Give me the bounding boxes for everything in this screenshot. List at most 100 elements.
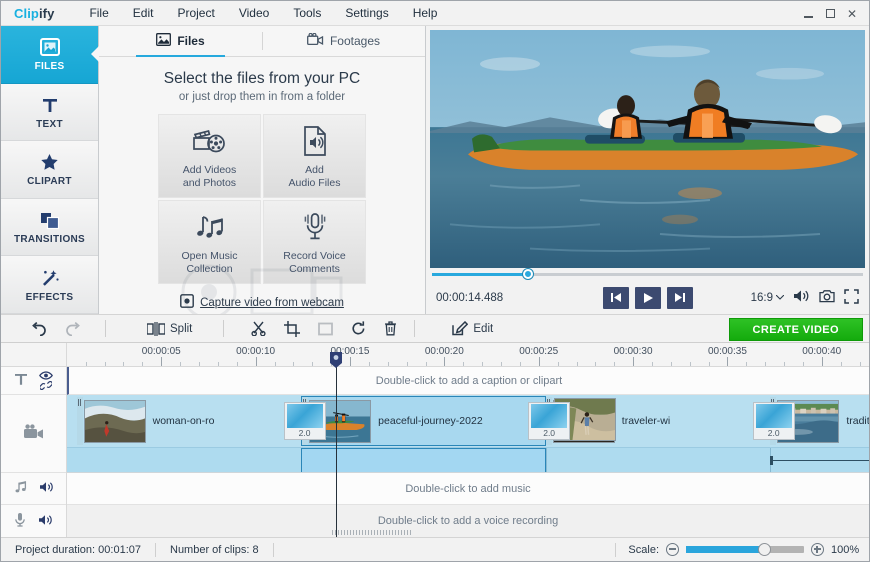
delete-button[interactable] <box>375 316 406 341</box>
status-divider <box>615 542 617 557</box>
menu-settings[interactable]: Settings <box>333 1 400 26</box>
aspect-ratio-selector[interactable]: 16:9 <box>751 292 784 304</box>
seek-bar[interactable] <box>430 268 865 281</box>
rotate-button[interactable] <box>342 316 375 341</box>
play-button[interactable] <box>634 286 661 309</box>
add-videos-and-photos-button[interactable]: Add Videos and Photos <box>158 114 261 198</box>
tab-footages[interactable]: Footages <box>262 26 425 56</box>
open-music-collection-button[interactable]: Open Music Collection <box>158 200 261 284</box>
next-frame-button[interactable] <box>666 286 693 309</box>
scale-slider[interactable] <box>686 543 804 556</box>
menu-file[interactable]: File <box>77 1 120 26</box>
transition-marker[interactable]: 2.0 <box>528 402 571 440</box>
clip-count-label: Number of clips: <box>170 543 250 556</box>
caption-visibility-toggle[interactable] <box>39 371 54 390</box>
scale-slider-handle[interactable] <box>757 543 771 556</box>
close-icon[interactable]: ✕ <box>841 4 863 24</box>
undo-button[interactable] <box>21 316 56 341</box>
next-icon <box>674 293 685 302</box>
ruler-minor-tick <box>387 362 389 366</box>
sidebar-item-effects[interactable]: EFFECTS <box>1 256 98 314</box>
video-camera-icon[interactable] <box>23 424 45 443</box>
timeline-clip[interactable]: peaceful-journey-2022 <box>301 396 546 446</box>
sidebar-item-files[interactable]: FILES <box>1 26 99 84</box>
redo-icon <box>66 321 80 336</box>
ruler-major-tick <box>633 357 635 366</box>
add-audio-files-button[interactable]: Add Audio Files <box>263 114 366 198</box>
redo-button[interactable] <box>56 316 91 341</box>
sidebar-item-transitions[interactable]: TRANSITIONS <box>1 198 98 257</box>
sidebar-item-label: CLIPART <box>27 176 72 188</box>
selected-clip-band[interactable] <box>301 448 546 472</box>
magic-wand-icon <box>39 267 60 289</box>
toolbar-divider <box>223 320 225 337</box>
timeline-hscrollbar[interactable] <box>67 528 869 537</box>
seek-handle[interactable] <box>522 269 533 279</box>
timeline: 00:00:05 00:00:10 00:00:15 00:00:20 00:00:25… <box>1 343 869 537</box>
ruler-tick-label: 00:00:10 <box>236 346 276 357</box>
menu-tools[interactable]: Tools <box>281 1 333 26</box>
star-icon <box>40 151 59 173</box>
ruler-minor-tick <box>123 362 125 366</box>
ruler-minor-tick <box>198 362 200 366</box>
ruler-major-tick <box>538 357 540 366</box>
previous-frame-button[interactable] <box>602 286 629 309</box>
caption-placeholder: Double-click to add a caption or clipart <box>375 374 563 387</box>
sidebar-item-clipart[interactable]: CLIPART <box>1 141 98 199</box>
timeline-clip[interactable]: woman-on-ro <box>76 397 302 445</box>
sidebar-item-label: TRANSITIONS <box>13 234 86 246</box>
capture-webcam-link[interactable]: Capture video from webcam <box>180 294 344 311</box>
video-preview[interactable] <box>430 30 865 268</box>
split-button[interactable]: Split <box>138 316 201 341</box>
transition-marker[interactable]: 2.0 <box>752 402 795 440</box>
edit-button[interactable]: Edit <box>443 316 502 341</box>
music-note-icon[interactable] <box>14 480 28 497</box>
maximize-button[interactable] <box>819 4 841 24</box>
plus-circle-icon[interactable] <box>811 543 824 556</box>
video-track[interactable]: woman-on-ro peaceful-journey-2022 traveler… <box>67 395 869 473</box>
microphone-icon <box>300 209 330 243</box>
time-ruler[interactable]: 00:00:05 00:00:10 00:00:15 00:00:20 00:00:25… <box>67 343 869 366</box>
crop-button[interactable] <box>275 316 309 341</box>
ruler-tick-label: 00:00:30 <box>613 346 653 357</box>
timeline-hscrollbar-thumb[interactable] <box>331 530 412 535</box>
ruler-tick-label: 00:00:05 <box>141 346 181 357</box>
music-track[interactable]: Double-click to add music <box>67 473 869 505</box>
clip-drag-handle[interactable] <box>76 397 83 445</box>
left-sidebar: FILES TEXT CLIPART TRANSITIONS EFFECTS <box>1 26 99 314</box>
menu-video[interactable]: Video <box>227 1 281 26</box>
speaker-icon[interactable] <box>39 481 54 496</box>
project-duration-value: 00:01:07 <box>98 543 141 556</box>
ruler-minor-tick <box>368 362 370 366</box>
menu-edit[interactable]: Edit <box>121 1 166 26</box>
fullscreen-icon[interactable] <box>844 288 859 307</box>
seek-fill <box>432 273 529 276</box>
app-logo: Clipify <box>1 6 54 21</box>
clip-count-value: 8 <box>252 543 259 556</box>
sidebar-item-text[interactable]: TEXT <box>1 83 98 142</box>
snapshot-camera-icon[interactable] <box>819 289 835 306</box>
undo-icon <box>32 321 46 336</box>
webcam-link-label: Capture video from webcam <box>200 296 344 309</box>
menu-items: File Edit Project Video Tools Settings H… <box>77 1 449 26</box>
caption-track[interactable]: Double-click to add a caption or clipart <box>67 367 869 395</box>
ruler-minor-tick <box>840 362 842 366</box>
minus-circle-icon[interactable] <box>666 543 679 556</box>
create-video-button[interactable]: CREATE VIDEO <box>728 318 863 341</box>
microphone-icon[interactable] <box>14 512 26 530</box>
text-t-icon[interactable] <box>14 372 28 389</box>
menu-project[interactable]: Project <box>165 1 226 26</box>
speaker-icon[interactable] <box>38 514 53 529</box>
volume-icon[interactable] <box>793 289 810 306</box>
cut-button[interactable] <box>242 316 275 341</box>
voice-placeholder: Double-click to add a voice recording <box>377 515 559 527</box>
clapperboard-reel-icon <box>191 123 229 157</box>
fit-button[interactable] <box>309 316 342 341</box>
project-duration-label: Project duration: <box>15 543 96 556</box>
record-voice-comments-button[interactable]: Record Voice Comments <box>263 200 366 284</box>
minimize-button[interactable] <box>797 4 819 24</box>
transition-marker[interactable]: 2.0 <box>283 402 326 440</box>
tab-files[interactable]: Files <box>99 26 262 57</box>
clip-name: peaceful-journey-2022 <box>378 415 483 427</box>
menu-help[interactable]: Help <box>401 1 450 26</box>
